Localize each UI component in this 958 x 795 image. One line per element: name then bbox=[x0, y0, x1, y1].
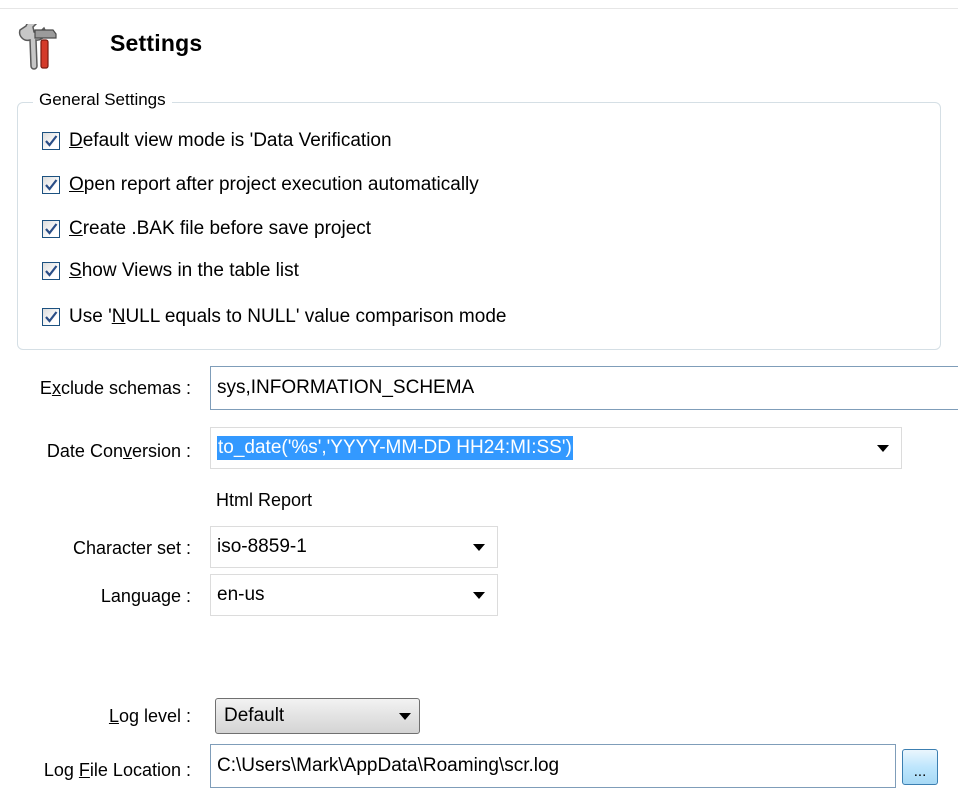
log-level-value: Default bbox=[224, 705, 285, 726]
checkbox-null-comparison[interactable] bbox=[42, 308, 60, 326]
header-divider bbox=[0, 8, 958, 9]
option-label: Show Views in the table list bbox=[69, 260, 299, 281]
checkmark-icon bbox=[45, 135, 58, 147]
option-label: Use 'NULL equals to NULL' value comparis… bbox=[69, 306, 507, 327]
date-conversion-label: Date Conversion : bbox=[46, 441, 191, 461]
exclude-schemas-input[interactable]: sys,INFORMATION_SCHEMA bbox=[210, 366, 958, 410]
language-value: en-us bbox=[217, 584, 265, 605]
option-label: Create .BAK file before save project bbox=[69, 218, 372, 239]
exclude-schemas-label: Exclude schemas : bbox=[39, 378, 191, 398]
character-set-label: Character set : bbox=[72, 538, 191, 558]
date-conversion-value: to_date('%s','YYYY-MM-DD HH24:MI:SS') bbox=[217, 436, 573, 460]
checkbox-show-views[interactable] bbox=[42, 262, 60, 280]
checkmark-icon bbox=[45, 179, 58, 191]
log-level-label: Log level : bbox=[108, 706, 191, 726]
browse-button[interactable]: ... bbox=[902, 749, 938, 785]
checkmark-icon bbox=[45, 311, 58, 323]
checkbox-open-report[interactable] bbox=[42, 176, 60, 194]
language-label: Language : bbox=[100, 586, 191, 606]
character-set-value: iso-8859-1 bbox=[217, 536, 307, 557]
option-show-views[interactable]: Show Views in the table list bbox=[42, 258, 299, 284]
option-default-view-mode[interactable]: Default view mode is 'Data Verification bbox=[42, 128, 392, 154]
page-title: Settings bbox=[110, 30, 203, 56]
date-conversion-combo[interactable]: to_date('%s','YYYY-MM-DD HH24:MI:SS') bbox=[210, 427, 902, 469]
general-settings-legend: General Settings bbox=[33, 90, 172, 110]
dropdown-arrow-icon[interactable] bbox=[877, 444, 889, 452]
option-create-bak[interactable]: Create .BAK file before save project bbox=[42, 216, 371, 242]
log-file-location-label: Log File Location : bbox=[43, 760, 191, 780]
dropdown-arrow-icon[interactable] bbox=[473, 591, 485, 599]
checkbox-create-bak[interactable] bbox=[42, 220, 60, 238]
option-null-comparison[interactable]: Use 'NULL equals to NULL' value comparis… bbox=[42, 304, 506, 330]
option-open-report[interactable]: Open report after project execution auto… bbox=[42, 172, 479, 198]
log-file-location-input[interactable]: C:\Users\Mark\AppData\Roaming\scr.log bbox=[210, 744, 896, 788]
dropdown-arrow-icon[interactable] bbox=[473, 543, 485, 551]
option-label: Default view mode is 'Data Verification bbox=[69, 130, 392, 151]
character-set-combo[interactable]: iso-8859-1 bbox=[210, 526, 498, 568]
html-report-section-label: Html Report bbox=[216, 490, 313, 510]
log-level-dropdown[interactable]: Default bbox=[215, 698, 420, 734]
option-label: Open report after project execution auto… bbox=[69, 174, 479, 195]
language-combo[interactable]: en-us bbox=[210, 574, 498, 616]
checkbox-default-view-mode[interactable] bbox=[42, 132, 60, 150]
tools-icon bbox=[14, 19, 60, 70]
dropdown-arrow-icon bbox=[399, 712, 411, 720]
checkmark-icon bbox=[45, 265, 58, 277]
checkmark-icon bbox=[45, 223, 58, 235]
